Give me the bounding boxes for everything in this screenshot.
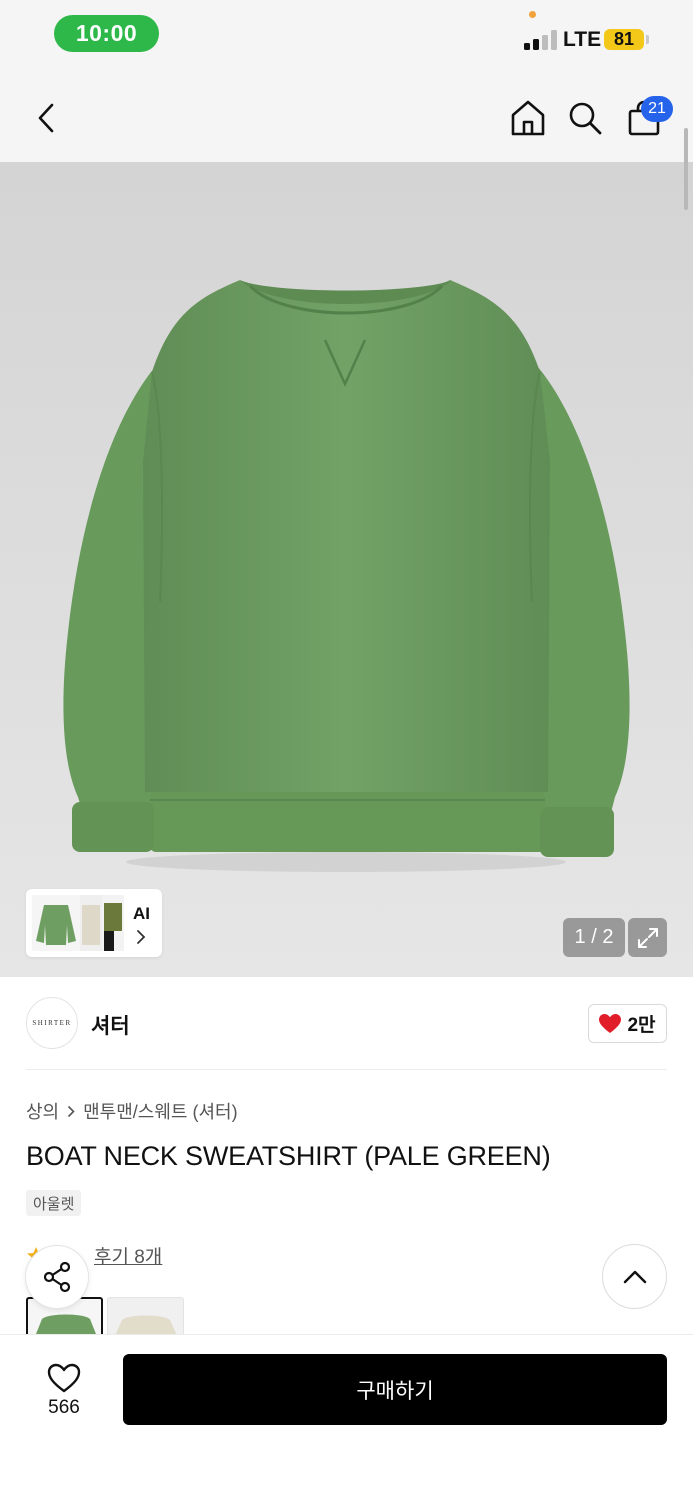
color-option-beige[interactable]: [107, 1297, 184, 1337]
brand-logo-text: SHIRTER: [32, 1019, 72, 1027]
thumb-green-sweatshirt: [36, 905, 76, 945]
status-time: 10:00: [54, 15, 159, 52]
ai-thumb-green: [32, 895, 80, 951]
privacy-indicator-dot: [529, 11, 536, 18]
battery-level: 81: [613, 29, 635, 49]
breadcrumb-subcategory[interactable]: 맨투맨/스웨트 (셔터): [83, 1098, 237, 1124]
signal-icon: [524, 30, 558, 50]
brand-like-count: 2만: [627, 1015, 656, 1036]
home-button[interactable]: [506, 96, 550, 140]
brand-like-button[interactable]: 2만: [588, 1004, 667, 1043]
network-type: LTE: [563, 28, 602, 51]
outlet-tag: 아울렛: [26, 1190, 82, 1216]
breadcrumb: 상의 맨투맨/스웨트 (셔터): [26, 1098, 238, 1124]
thumb-olive-jacket: [104, 903, 122, 951]
breadcrumb-category[interactable]: 상의: [26, 1098, 59, 1124]
back-button[interactable]: [26, 96, 66, 140]
expand-icon: [637, 927, 658, 948]
product-image-gallery[interactable]: [0, 162, 693, 977]
heart-filled-icon: [599, 1013, 622, 1033]
wishlist-count: 566: [48, 1397, 80, 1418]
scroll-top-button[interactable]: [602, 1244, 667, 1309]
ai-label: AI: [133, 904, 150, 923]
chevron-left-icon: [38, 103, 54, 133]
brand-name[interactable]: 셔터: [91, 1010, 130, 1040]
search-icon: [569, 102, 602, 135]
chevron-up-icon: [623, 1270, 646, 1283]
home-icon: [511, 100, 545, 136]
search-button[interactable]: [563, 96, 607, 140]
chevron-right-icon: [68, 1105, 75, 1117]
cart-count-badge: 21: [641, 96, 673, 122]
wishlist-button[interactable]: 566: [26, 1356, 102, 1426]
share-icon: [43, 1261, 71, 1293]
image-page-indicator: 1 / 2: [563, 918, 625, 957]
review-count-link[interactable]: 후기 8개: [94, 1242, 162, 1269]
ai-thumb-beige: [80, 895, 102, 951]
chevron-right-icon: [137, 930, 146, 944]
buy-button[interactable]: 구매하기: [123, 1354, 667, 1425]
ai-thumb-olive: [102, 895, 124, 951]
ai-outfit-card[interactable]: AI: [26, 889, 162, 957]
share-button[interactable]: [25, 1245, 89, 1309]
battery-cap: [646, 35, 649, 44]
status-bar: 10:00 LTE 81: [0, 0, 693, 70]
fullscreen-button[interactable]: [628, 918, 667, 957]
divider: [26, 1069, 667, 1070]
product-title: BOAT NECK SWEATSHIRT (PALE GREEN): [26, 1141, 551, 1171]
product-image: [0, 162, 693, 977]
color-thumb-beige: [114, 1315, 178, 1336]
heart-outline-icon: [47, 1363, 81, 1393]
battery-icon: 81: [604, 29, 644, 50]
thumb-beige-sweatshirt: [82, 905, 100, 945]
brand-logo[interactable]: SHIRTER: [26, 997, 78, 1049]
scroll-indicator[interactable]: [684, 128, 688, 210]
